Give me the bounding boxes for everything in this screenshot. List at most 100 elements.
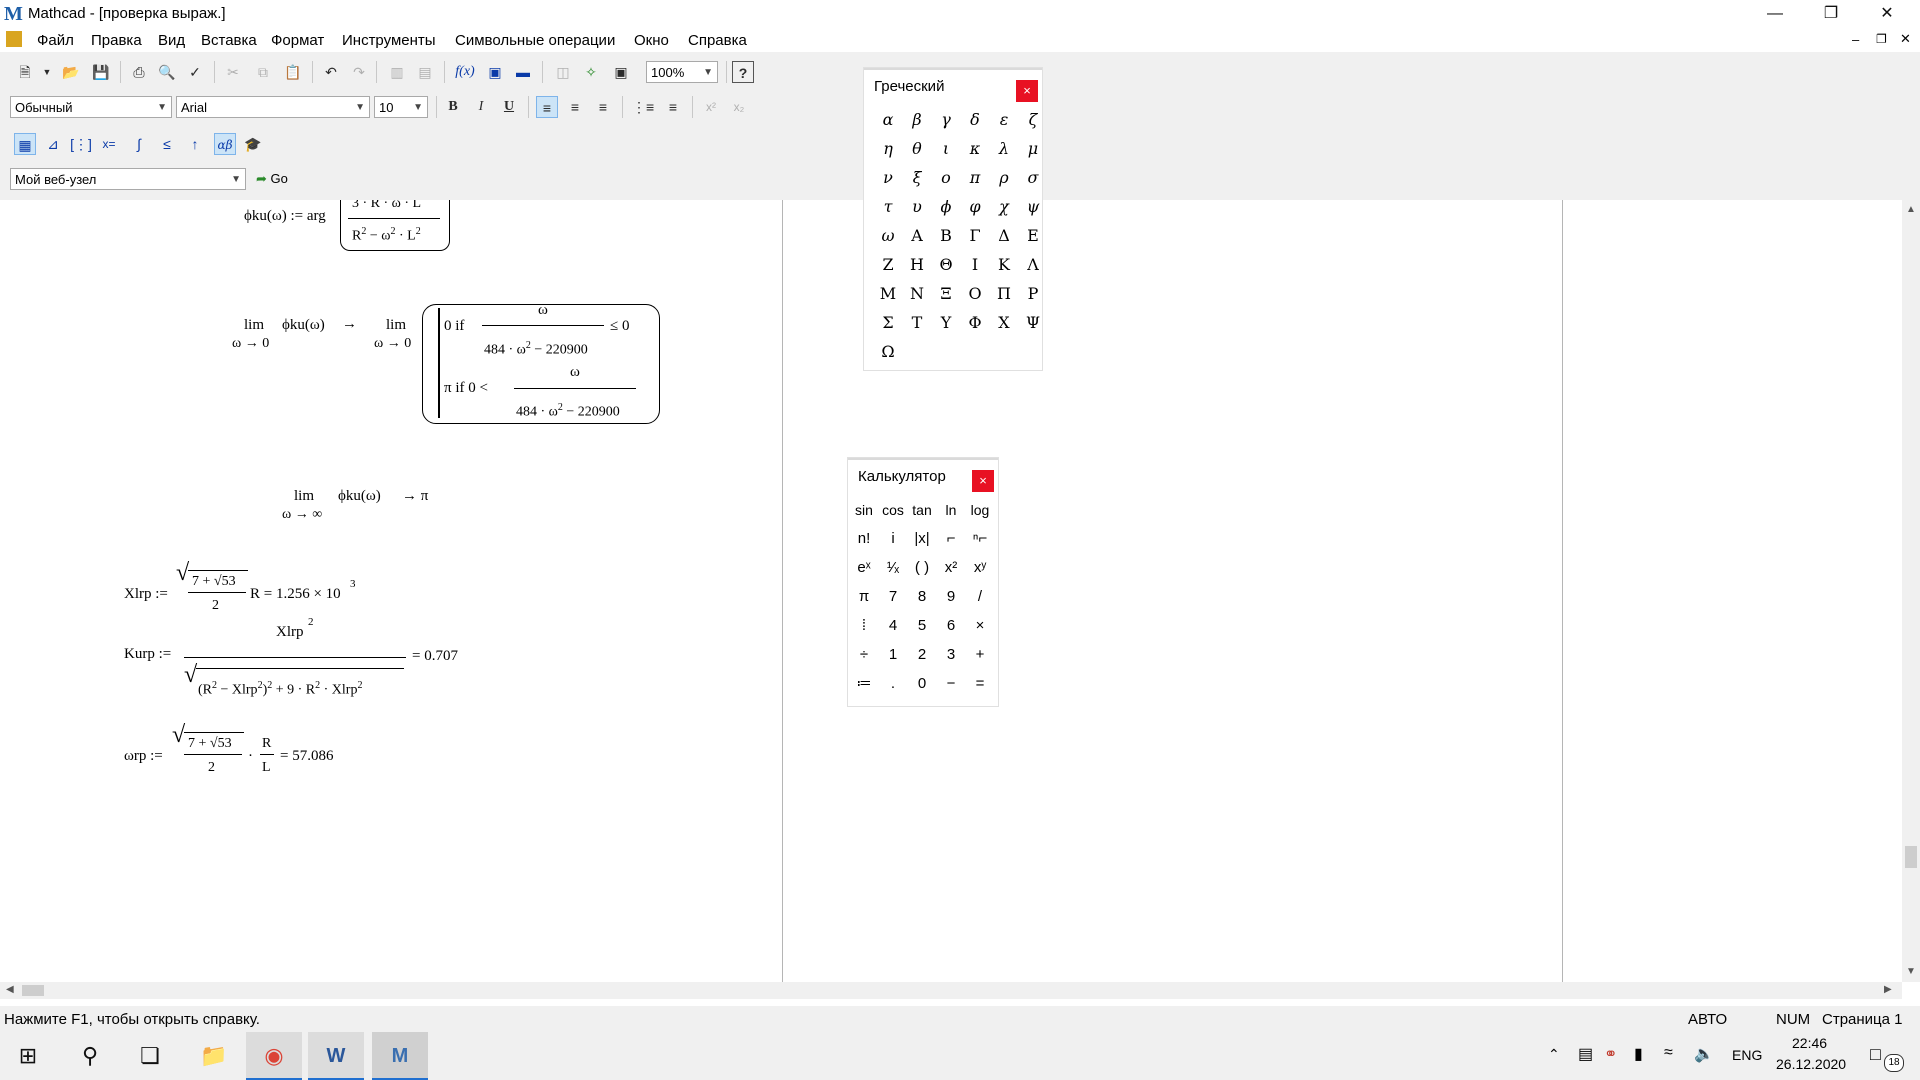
insert-unit-icon[interactable]: ▣ bbox=[484, 61, 506, 83]
minimize-button[interactable]: — bbox=[1752, 0, 1798, 28]
notification-icon[interactable]: □ bbox=[1870, 1044, 1881, 1065]
greek-symbol-button[interactable]: ρ bbox=[990, 164, 1018, 192]
greek-symbol-button[interactable]: Η bbox=[903, 251, 931, 279]
calculator-key-button[interactable]: i bbox=[879, 525, 907, 553]
calculator-key-button[interactable]: . bbox=[879, 670, 907, 698]
bullet-list-icon[interactable]: ⋮≡ bbox=[632, 96, 654, 118]
component-icon[interactable]: ◫ bbox=[552, 61, 574, 83]
calculator-key-button[interactable]: 2 bbox=[908, 641, 936, 669]
greek-symbol-button[interactable]: Ν bbox=[903, 280, 931, 308]
greek-symbol-button[interactable]: χ bbox=[990, 193, 1018, 221]
greek-symbol-button[interactable]: Ο bbox=[961, 280, 989, 308]
wifi-icon[interactable]: ≈ bbox=[1664, 1044, 1673, 1062]
word-icon[interactable]: W bbox=[308, 1032, 364, 1080]
greek-symbol-button[interactable]: Ξ bbox=[932, 280, 960, 308]
calculator-key-button[interactable]: 0 bbox=[908, 670, 936, 698]
greek-symbol-button[interactable]: Σ bbox=[874, 309, 902, 337]
underline-button[interactable]: U bbox=[498, 96, 520, 118]
greek-symbol-button[interactable]: φ bbox=[961, 193, 989, 221]
greek-symbol-button[interactable]: Δ bbox=[990, 222, 1018, 250]
greek-symbol-button[interactable]: η bbox=[874, 135, 902, 163]
open-folder-icon[interactable]: 📂 bbox=[60, 61, 82, 83]
calculator-key-button[interactable]: n! bbox=[850, 525, 878, 553]
calculator-key-button[interactable]: ÷ bbox=[850, 641, 878, 669]
copy-icon[interactable]: ⧉ bbox=[252, 61, 274, 83]
calculator-key-button[interactable]: cos bbox=[879, 496, 907, 524]
greek-symbol-button[interactable]: Ρ bbox=[1019, 280, 1047, 308]
close-window-button[interactable]: ✕ bbox=[1864, 0, 1910, 28]
align-center-icon[interactable]: ≡ bbox=[564, 96, 586, 118]
calculator-palette[interactable]: Калькулятор × sin cos tan ln log n! i |x| ⌐ ⁿ⌐ eˣ ¹… bbox=[848, 458, 998, 706]
calculator-key-button[interactable]: 1 bbox=[879, 641, 907, 669]
calculator-key-button[interactable]: x² bbox=[937, 554, 965, 582]
redo-icon[interactable]: ↷ bbox=[348, 61, 370, 83]
subscript-icon[interactable]: x₂ bbox=[728, 96, 750, 118]
greek-symbol-button[interactable]: δ bbox=[961, 106, 989, 134]
greek-symbol-button[interactable]: Υ bbox=[932, 309, 960, 337]
vertical-scrollbar[interactable]: ▲ ▼ bbox=[1902, 200, 1920, 982]
calculator-key-button[interactable]: 7 bbox=[879, 583, 907, 611]
greek-symbol-button[interactable]: ε bbox=[990, 106, 1018, 134]
windows-start-icon[interactable]: ⊞ bbox=[0, 1032, 56, 1080]
greek-symbol-button[interactable]: ν bbox=[874, 164, 902, 192]
scroll-left-icon[interactable]: ◀ bbox=[6, 984, 14, 995]
calculator-key-button[interactable]: 8 bbox=[908, 583, 936, 611]
calculator-key-button[interactable]: π bbox=[850, 583, 878, 611]
greek-symbol-button[interactable]: Α bbox=[903, 222, 931, 250]
search-icon[interactable]: ⚲ bbox=[62, 1032, 118, 1080]
insert-function-icon[interactable]: f(x) bbox=[454, 61, 476, 83]
restore-button[interactable]: ❐ bbox=[1808, 0, 1854, 28]
menu-format[interactable]: Формат bbox=[271, 32, 324, 49]
greek-symbol-button[interactable]: Π bbox=[990, 280, 1018, 308]
greek-symbol-button[interactable]: Ω bbox=[874, 338, 902, 366]
volume-icon[interactable]: 🔈 bbox=[1694, 1044, 1714, 1064]
align-down-icon[interactable]: ▤ bbox=[414, 61, 436, 83]
greek-symbol-button[interactable]: Γ bbox=[961, 222, 989, 250]
mdi-restore-icon[interactable]: ❐ bbox=[1876, 32, 1887, 46]
calculator-key-button[interactable]: − bbox=[937, 670, 965, 698]
greek-symbol-button[interactable]: Τ bbox=[903, 309, 931, 337]
menu-symbolics[interactable]: Символьные операции bbox=[455, 32, 615, 49]
menu-view[interactable]: Вид bbox=[158, 32, 185, 49]
matrix-toolbar-icon[interactable]: [⋮] bbox=[70, 133, 92, 155]
bold-button[interactable]: B bbox=[442, 96, 464, 118]
calculator-key-button[interactable]: ln bbox=[937, 496, 965, 524]
calculator-key-button[interactable]: = bbox=[966, 670, 994, 698]
calculator-key-button[interactable]: ⁞ bbox=[850, 612, 878, 640]
menu-tools[interactable]: Инструменты bbox=[342, 32, 436, 49]
align-across-icon[interactable]: ▥ bbox=[386, 61, 408, 83]
menu-help[interactable]: Справка bbox=[688, 32, 747, 49]
greek-symbol-button[interactable]: ψ bbox=[1019, 193, 1047, 221]
file-explorer-icon[interactable]: 📁 bbox=[186, 1032, 242, 1080]
scroll-up-icon[interactable]: ▲ bbox=[1906, 204, 1916, 215]
scroll-down-icon[interactable]: ▼ bbox=[1906, 966, 1916, 977]
spell-check-icon[interactable]: ✓ bbox=[184, 61, 206, 83]
symbolic-toolbar-icon[interactable]: 🎓 bbox=[242, 133, 264, 155]
calculator-key-button[interactable]: ≔ bbox=[850, 670, 878, 698]
greek-symbol-button[interactable]: Μ bbox=[874, 280, 902, 308]
greek-symbol-button[interactable]: Λ bbox=[1019, 251, 1047, 279]
clock-date[interactable]: 26.12.2020 bbox=[1776, 1056, 1846, 1072]
chrome-icon[interactable]: ◉ bbox=[246, 1032, 302, 1080]
calculator-key-button[interactable]: ( ) bbox=[908, 554, 936, 582]
align-left-icon[interactable]: ≡ bbox=[536, 96, 558, 118]
greek-symbol-button[interactable]: υ bbox=[903, 193, 931, 221]
document-icon[interactable] bbox=[6, 31, 22, 47]
tray-device-icon[interactable]: ▤ bbox=[1578, 1044, 1593, 1064]
calculator-key-button[interactable]: 9 bbox=[937, 583, 965, 611]
calculator-key-button[interactable]: sin bbox=[850, 496, 878, 524]
calculator-key-button[interactable]: 5 bbox=[908, 612, 936, 640]
mdi-minimize-icon[interactable]: – bbox=[1852, 32, 1859, 47]
calculator-key-button[interactable]: ⁿ⌐ bbox=[966, 525, 994, 553]
calculator-toolbar-icon[interactable]: ▦ bbox=[14, 133, 36, 155]
new-dropdown-icon[interactable]: ▼ bbox=[36, 61, 58, 83]
greek-symbol-button[interactable]: Φ bbox=[961, 309, 989, 337]
greek-symbol-button[interactable]: λ bbox=[990, 135, 1018, 163]
calculator-key-button[interactable]: 3 bbox=[937, 641, 965, 669]
font-select[interactable]: Arial ▼ bbox=[176, 96, 370, 118]
greek-symbol-button[interactable]: Ψ bbox=[1019, 309, 1047, 337]
horizontal-scroll-thumb[interactable] bbox=[22, 985, 44, 996]
greek-symbol-button[interactable]: ι bbox=[932, 135, 960, 163]
battery-icon[interactable]: ▮ bbox=[1634, 1044, 1643, 1064]
new-document-icon[interactable]: 🗎 bbox=[14, 61, 36, 83]
